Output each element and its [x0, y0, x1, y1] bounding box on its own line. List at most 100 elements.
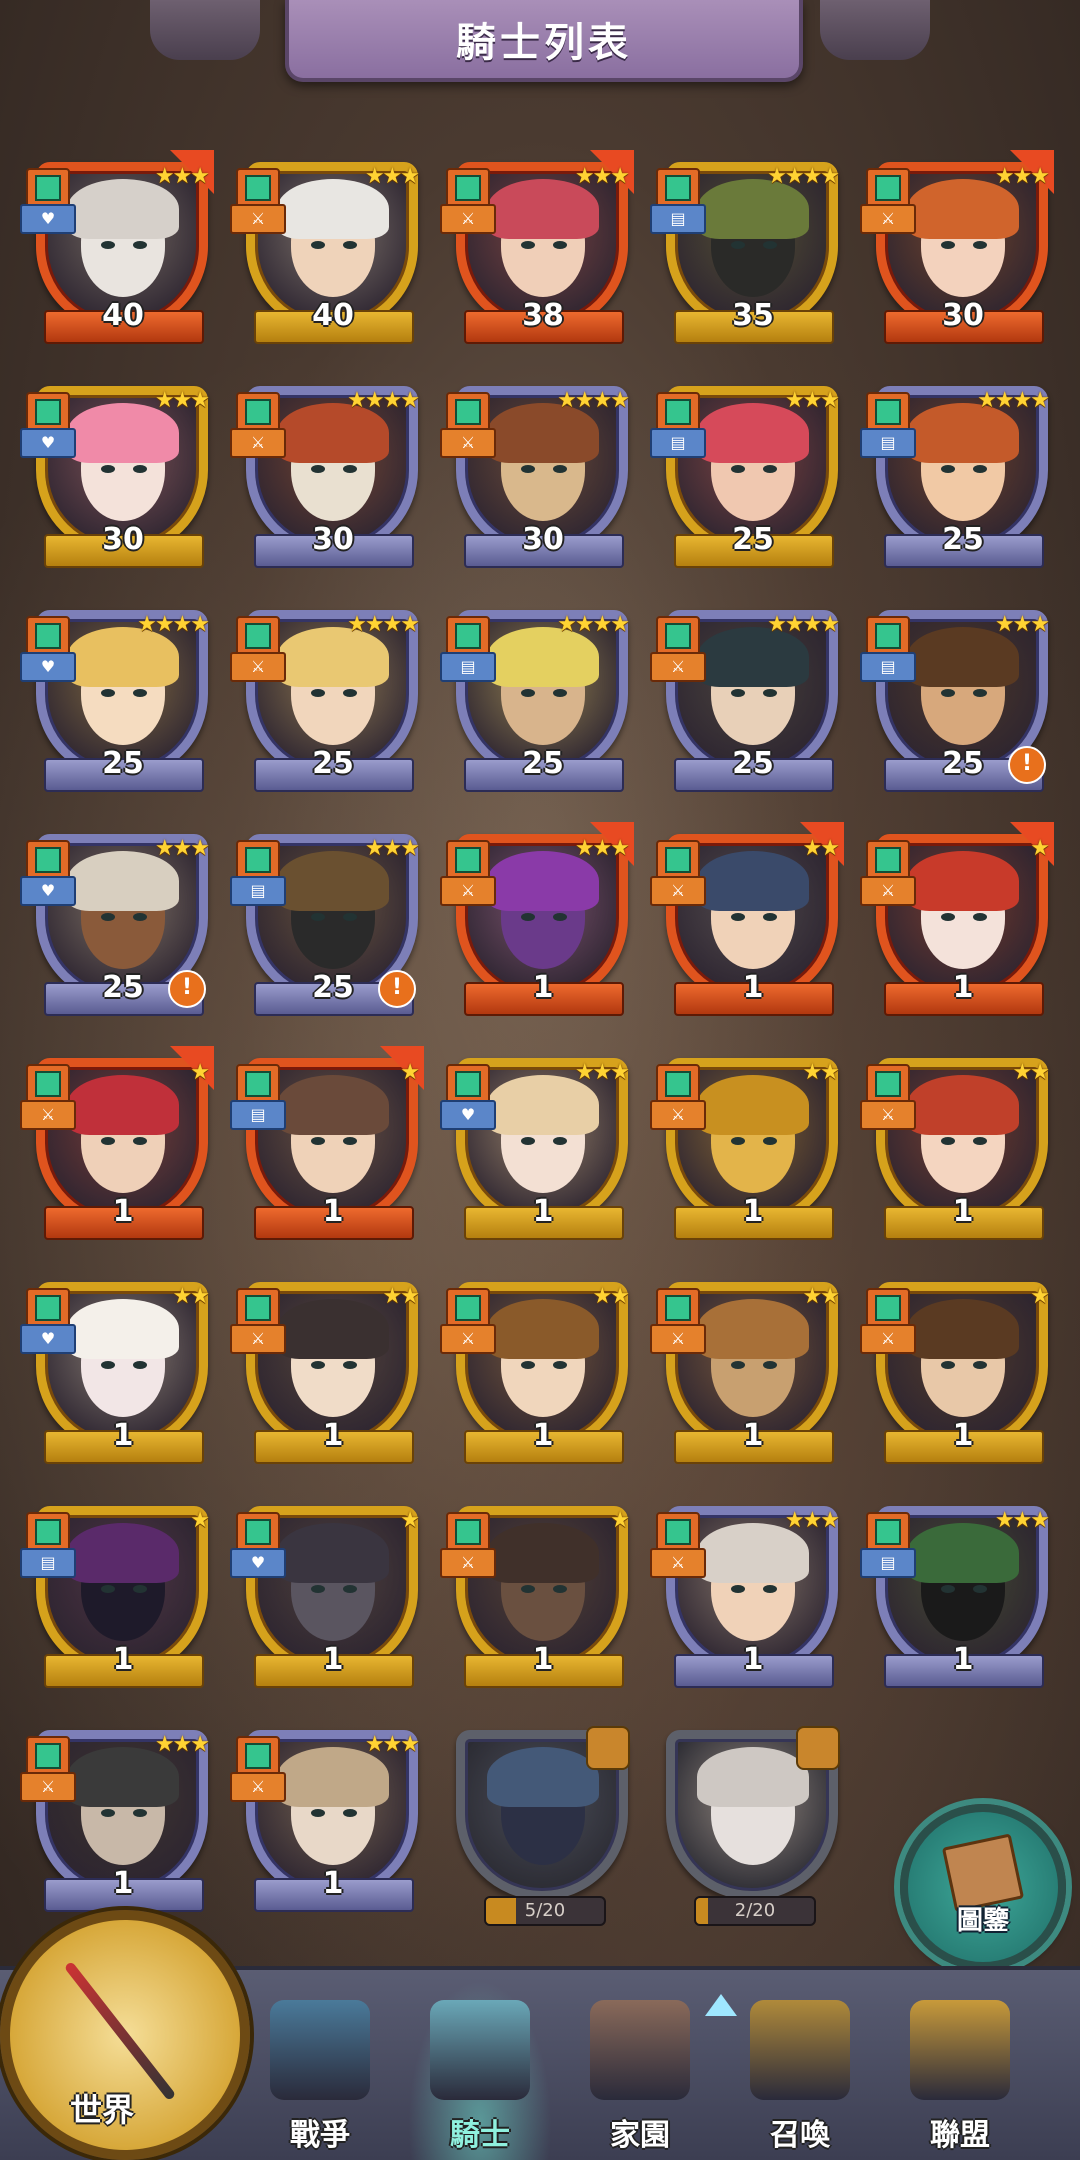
sword-icon: ⚔ — [860, 1324, 916, 1354]
knight-hair — [697, 1299, 809, 1359]
class-icon-inner — [35, 175, 61, 201]
alert-icon: ! — [1008, 746, 1046, 784]
knight-card[interactable]: ♥ ★★★ 30 — [18, 374, 228, 598]
knight-card[interactable]: ⚔ ★★ 1 — [648, 822, 858, 1046]
class-icon — [26, 392, 70, 432]
star-rating: ★ — [190, 1508, 210, 1533]
class-icon — [236, 1736, 280, 1776]
knight-card[interactable]: ⚔ ★★★ 40 — [228, 150, 438, 374]
knight-card[interactable]: ⚔ ★ 1 — [18, 1046, 228, 1270]
knight-card[interactable]: ⚔ ★★★★ 30 — [228, 374, 438, 598]
knight-eye — [973, 241, 987, 249]
knight-level: 35 — [732, 298, 774, 333]
knight-card[interactable]: ⚔ ★★★ 30 — [858, 150, 1068, 374]
class-icon-inner — [455, 1519, 481, 1545]
locked-knight-card[interactable]: 2/20 — [648, 1718, 858, 1942]
class-icon — [656, 616, 700, 656]
class-icon — [236, 840, 280, 880]
star-rating: ★★ — [382, 1284, 420, 1309]
knight-card[interactable]: ♥ ★★★ 40 — [18, 150, 228, 374]
knight-card[interactable]: ▤ ★★★★ 25 — [438, 598, 648, 822]
nav-item-4[interactable]: 聯盟 — [880, 1970, 1040, 2160]
sword-icon: ⚔ — [230, 428, 286, 458]
class-icon-inner — [665, 623, 691, 649]
knight-card[interactable]: ▤ ★ 1 — [18, 1494, 228, 1718]
class-icon-inner — [875, 1519, 901, 1545]
knight-card[interactable]: ▤ ★★★★ 25 — [858, 374, 1068, 598]
knight-card[interactable]: ▤ ★★★ 1 — [858, 1494, 1068, 1718]
knight-eye — [553, 1137, 567, 1145]
knight-card[interactable]: ⚔ ★★ 1 — [438, 1270, 648, 1494]
knight-card[interactable]: ▤ ★★★ 25 — [648, 374, 858, 598]
knight-level: 1 — [952, 1418, 974, 1453]
knight-level: 1 — [112, 1194, 134, 1229]
knight-level: 1 — [112, 1418, 134, 1453]
class-icon — [26, 840, 70, 880]
sword-icon: ⚔ — [230, 1324, 286, 1354]
knight-card[interactable]: ⚔ ★ 1 — [858, 822, 1068, 1046]
nav-icon — [270, 2000, 370, 2100]
puzzle-piece-icon — [586, 1726, 630, 1770]
knight-eye — [101, 241, 115, 249]
knight-card[interactable]: ▤ ★★★★ 35 — [648, 150, 858, 374]
locked-knight-card[interactable]: 5/20 — [438, 1718, 648, 1942]
knight-eye — [133, 1585, 147, 1593]
knight-card[interactable]: ♥ ★★★ 1 — [438, 1046, 648, 1270]
banner-ornament-left — [150, 0, 260, 60]
nav-item-1[interactable]: 騎士 — [400, 1970, 560, 2160]
knight-card[interactable]: ⚔ ★★★★ 25 — [228, 598, 438, 822]
knight-eye — [343, 241, 357, 249]
world-compass-button[interactable]: 世界 — [0, 1910, 250, 2160]
knight-card[interactable]: ♥ ★★★★ 25 — [18, 598, 228, 822]
class-icon-inner — [35, 1071, 61, 1097]
knight-card[interactable]: ⚔ ★★★ 38 — [438, 150, 648, 374]
knight-eye — [973, 1137, 987, 1145]
class-icon — [656, 392, 700, 432]
shard-progress-text: 2/20 — [734, 1900, 776, 1921]
knight-hair — [487, 1747, 599, 1807]
knight-level: 1 — [532, 970, 554, 1005]
nav-item-0[interactable]: 戰爭 — [240, 1970, 400, 2160]
knight-card[interactable]: ♥ ★ 1 — [228, 1494, 438, 1718]
knight-level: 1 — [112, 1642, 134, 1677]
knight-card[interactable]: ⚔ ★★★ 1 — [228, 1718, 438, 1942]
shard-progress-text: 5/20 — [524, 1900, 566, 1921]
knight-hair — [487, 1299, 599, 1359]
knight-card[interactable]: ⚔ ★★★★ 25 — [648, 598, 858, 822]
knight-card[interactable]: ⚔ ★ 1 — [438, 1494, 648, 1718]
knight-card[interactable]: ⚔ ★★★ 1 — [18, 1718, 228, 1942]
book-icon: ▤ — [20, 1548, 76, 1578]
knight-card[interactable]: ⚔ ★★ 1 — [228, 1270, 438, 1494]
knight-card[interactable]: ⚔ ★★★ 1 — [438, 822, 648, 1046]
star-rating: ★★★ — [574, 164, 630, 189]
knight-card[interactable]: ▤ ★★★ 25! — [858, 598, 1068, 822]
knight-eye — [521, 1137, 535, 1145]
knight-card[interactable]: ⚔ ★★ 1 — [858, 1046, 1068, 1270]
book-icon: ▤ — [650, 204, 706, 234]
book-icon: ▤ — [860, 1548, 916, 1578]
knight-card[interactable]: ▤ ★ 1 — [228, 1046, 438, 1270]
knight-card[interactable]: ▤ ★★★ 25! — [228, 822, 438, 1046]
sword-icon: ⚔ — [440, 876, 496, 906]
class-icon — [446, 168, 490, 208]
knight-card[interactable]: ♥ ★★ 1 — [18, 1270, 228, 1494]
knight-eye — [553, 241, 567, 249]
knight-card[interactable]: ⚔ ★★ 1 — [648, 1046, 858, 1270]
class-icon-inner — [245, 1071, 271, 1097]
star-rating: ★★★ — [784, 1508, 840, 1533]
codex-button[interactable]: 圖鑒 — [900, 1804, 1066, 1970]
knight-eye — [343, 1809, 357, 1817]
knight-card[interactable]: ⚔ ★ 1 — [858, 1270, 1068, 1494]
knight-card[interactable]: ⚔ ★★ 1 — [648, 1270, 858, 1494]
knight-level: 30 — [312, 522, 354, 557]
class-icon-inner — [455, 847, 481, 873]
knight-card[interactable]: ♥ ★★★ 25! — [18, 822, 228, 1046]
class-icon — [236, 1064, 280, 1104]
knight-card[interactable]: ⚔ ★★★ 1 — [648, 1494, 858, 1718]
nav-item-2[interactable]: 家園 — [560, 1970, 720, 2160]
knight-card[interactable]: ⚔ ★★★★ 30 — [438, 374, 648, 598]
knight-eye — [311, 1361, 325, 1369]
class-icon-inner — [875, 623, 901, 649]
nav-item-3[interactable]: 召喚 — [720, 1970, 880, 2160]
puzzle-piece-icon — [796, 1726, 840, 1770]
